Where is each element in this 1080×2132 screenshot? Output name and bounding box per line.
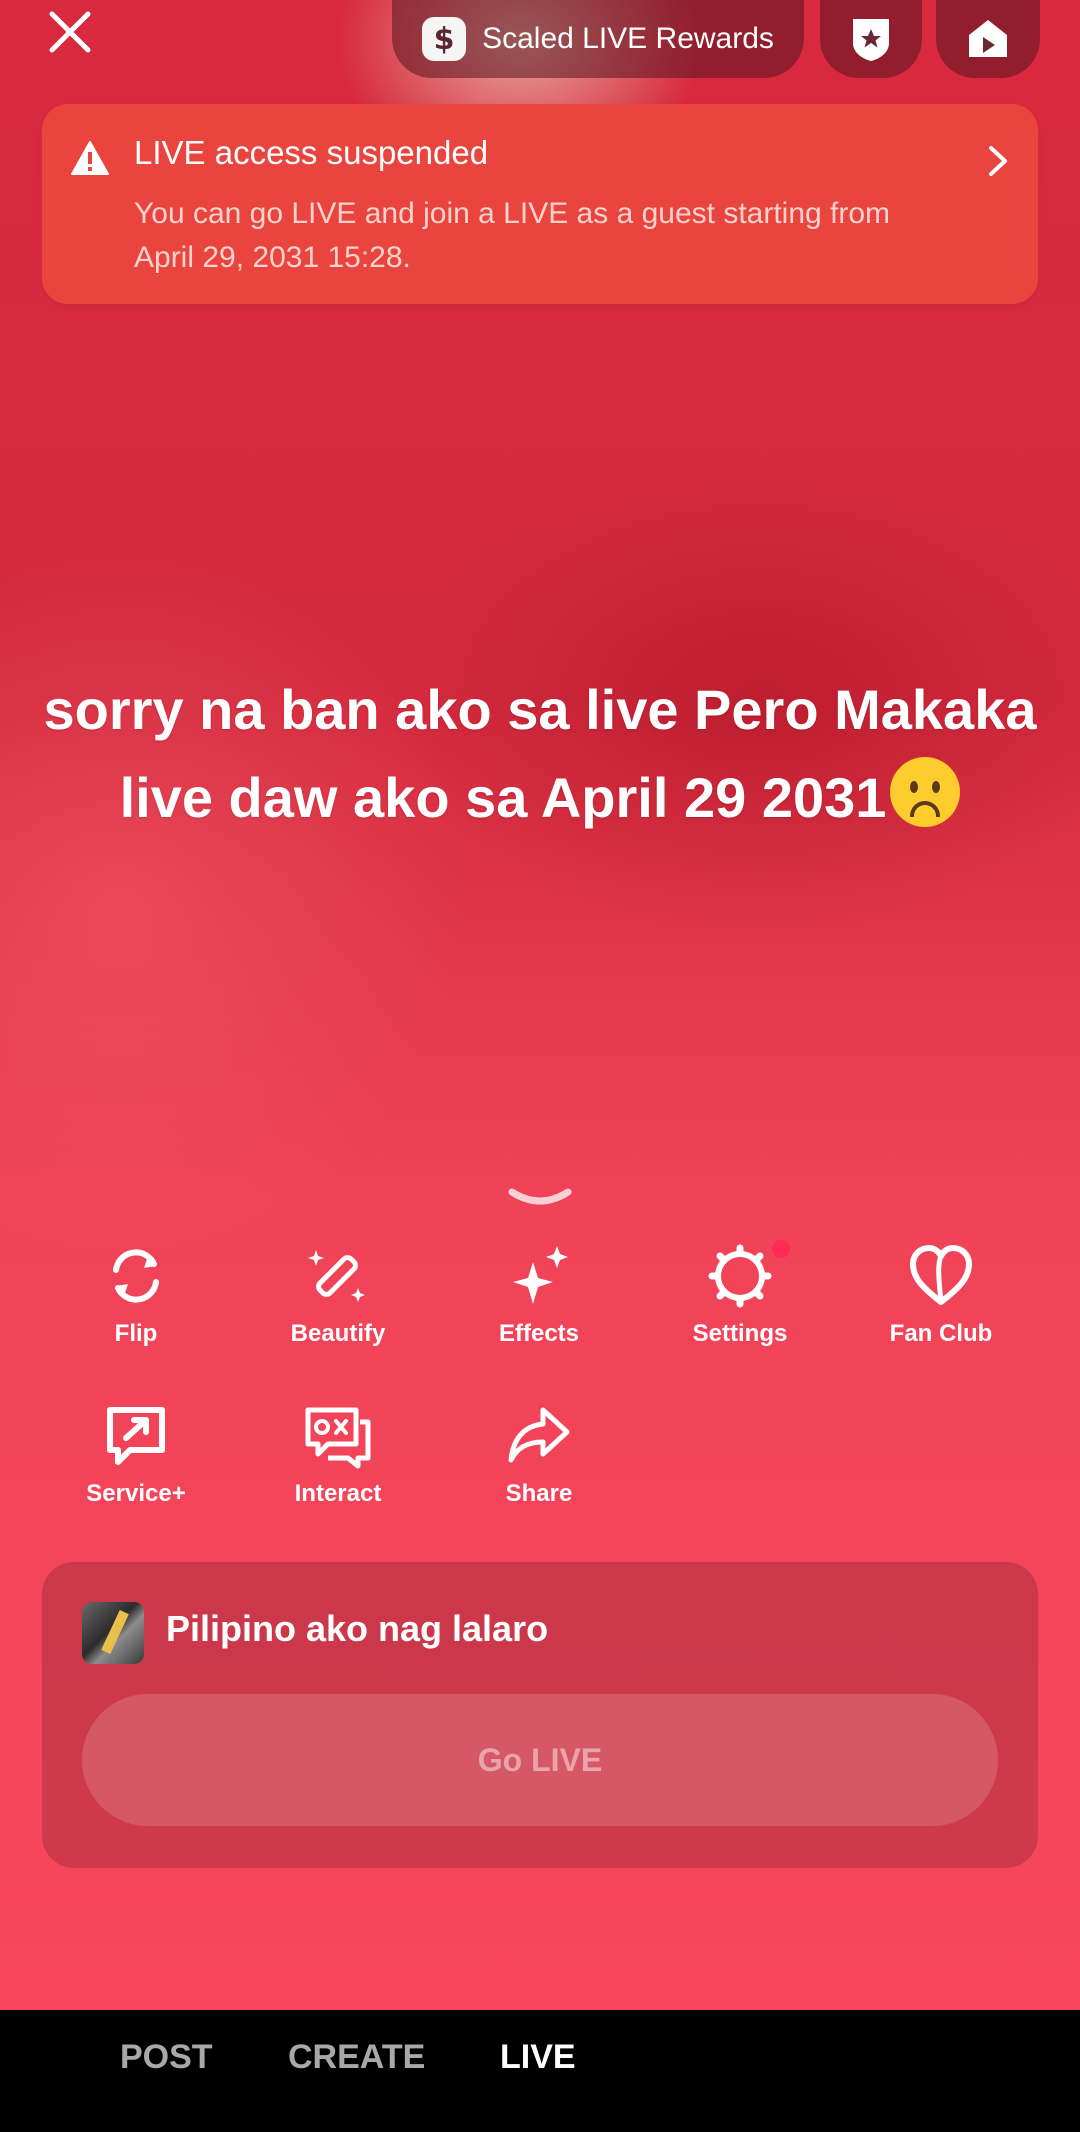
tool-flip[interactable]: Flip	[46, 1240, 226, 1360]
banner-description: You can go LIVE and join a LIVE as a gue…	[134, 197, 891, 274]
chevron-right-icon	[989, 146, 1007, 176]
magic-wand-icon	[308, 1250, 365, 1302]
warning-icon	[71, 141, 109, 175]
notification-dot	[772, 1240, 790, 1258]
live-cover-thumbnail[interactable]	[82, 1602, 144, 1664]
play-video-icon	[969, 20, 1007, 57]
flip-camera-icon	[113, 1249, 159, 1303]
go-live-panel: Pilipino ako nag lalaro Go LIVE	[42, 1562, 1038, 1868]
caption-text: sorry na ban ako sa live Pero Makaka liv…	[43, 678, 1037, 829]
tool-label: Service+	[86, 1480, 186, 1507]
tool-label: Settings	[692, 1320, 788, 1347]
heart-icon	[910, 1245, 972, 1305]
tool-label: Beautify	[290, 1320, 386, 1347]
sparkles-icon	[513, 1246, 568, 1304]
close-icon[interactable]	[44, 6, 96, 58]
live-title[interactable]: Pilipino ako nag lalaro	[166, 1608, 548, 1650]
tool-settings[interactable]: Settings	[650, 1240, 830, 1360]
tool-interact[interactable]: Interact	[248, 1400, 428, 1520]
dollar-bag-icon: $	[422, 17, 467, 61]
frowning-face-icon	[890, 757, 961, 827]
video-button[interactable]	[936, 0, 1040, 78]
mode-post[interactable]: POST	[120, 2038, 213, 2077]
tool-effects[interactable]: Effects	[449, 1240, 629, 1360]
shield-star-icon	[853, 19, 889, 61]
tool-label: Fan Club	[889, 1320, 993, 1347]
tool-label: Interact	[294, 1480, 382, 1507]
banner-title: LIVE access suspended	[134, 134, 489, 171]
collapse-handle-icon[interactable]	[506, 1186, 574, 1212]
mode-create[interactable]: CREATE	[288, 2038, 425, 2077]
live-suspended-banner[interactable]: LIVE access suspended You can go LIVE an…	[42, 104, 1038, 304]
caption-overlay: sorry na ban ako sa live Pero Makaka liv…	[40, 666, 1040, 842]
gear-icon	[708, 1244, 772, 1308]
tool-beautify[interactable]: Beautify	[248, 1240, 428, 1360]
tool-fan-club[interactable]: Fan Club	[851, 1240, 1031, 1360]
live-rewards-button[interactable]: $ Scaled LIVE Rewards	[392, 0, 804, 78]
tool-label: Effects	[498, 1320, 580, 1347]
tool-label: Share	[505, 1480, 573, 1507]
tool-share[interactable]: Share	[449, 1400, 629, 1520]
tool-label: Flip	[114, 1320, 158, 1347]
service-chat-icon	[107, 1407, 165, 1465]
share-arrow-icon	[508, 1407, 570, 1463]
badge-button[interactable]	[820, 0, 922, 78]
game-chat-icon	[305, 1407, 371, 1469]
live-rewards-label: Scaled LIVE Rewards	[482, 22, 774, 55]
mode-selector-bar: POST CREATE LIVE	[0, 2010, 1080, 2132]
mode-live[interactable]: LIVE	[500, 2038, 576, 2077]
tool-service-plus[interactable]: Service+	[46, 1400, 226, 1520]
go-live-button[interactable]: Go LIVE	[82, 1694, 998, 1826]
